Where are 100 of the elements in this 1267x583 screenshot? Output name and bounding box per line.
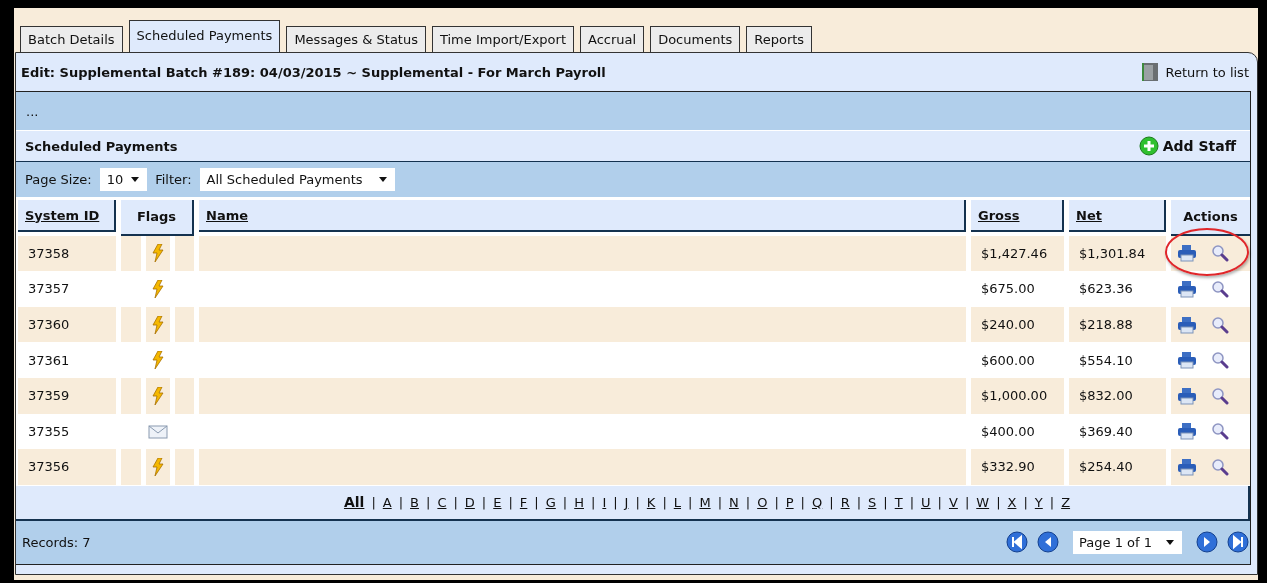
search-icon[interactable]: [1211, 244, 1229, 263]
table-cell-text: $400.00: [980, 422, 1036, 441]
printer-icon[interactable]: [1177, 244, 1197, 263]
letter-filter-link[interactable]: I: [602, 494, 607, 510]
printer-icon[interactable]: [1177, 386, 1197, 405]
printer-icon[interactable]: [1177, 315, 1197, 334]
separator: |: [662, 494, 667, 510]
letter-filter-link[interactable]: L: [673, 494, 681, 510]
letter-filter-link[interactable]: E: [493, 494, 502, 510]
column-header-link[interactable]: Name: [199, 200, 966, 232]
lightning-icon: [152, 280, 164, 298]
letter-filter-link[interactable]: W: [976, 494, 990, 510]
search-icon[interactable]: [1211, 386, 1229, 405]
letter-filter-link[interactable]: V: [948, 494, 958, 510]
first-page-button[interactable]: [1006, 531, 1029, 554]
section-title: Scheduled Payments: [25, 138, 178, 154]
letter-filter-link[interactable]: T: [894, 494, 903, 510]
table-cell: [175, 235, 194, 272]
separator: |: [371, 494, 376, 510]
table-cell-text: $675.00: [980, 280, 1036, 299]
tab[interactable]: Batch Details: [20, 26, 123, 52]
page-size-dropdown[interactable]: 10: [99, 168, 148, 191]
table-cell: [121, 449, 141, 485]
search-icon[interactable]: [1211, 351, 1229, 370]
next-page-button[interactable]: [1196, 531, 1218, 554]
letter-filter-link[interactable]: J: [624, 494, 629, 510]
table-cell-text: 37355: [27, 422, 71, 441]
table-cell: 37360: [18, 306, 116, 343]
table-cell-text: $600.00: [980, 351, 1036, 370]
letter-filter-link[interactable]: C: [437, 494, 447, 510]
lightning-icon: [152, 315, 164, 334]
printer-icon[interactable]: [1177, 351, 1197, 370]
records-count: Records: 7: [22, 534, 91, 550]
printer-icon[interactable]: [1177, 457, 1197, 476]
tab[interactable]: Reports: [746, 26, 813, 52]
separator: |: [591, 494, 596, 510]
letter-filter-link[interactable]: K: [646, 494, 656, 510]
previous-page-button[interactable]: [1037, 531, 1060, 554]
filter-dropdown[interactable]: All Scheduled Payments: [199, 168, 395, 191]
printer-icon[interactable]: [1177, 280, 1197, 298]
table-cell: $832.00: [1069, 377, 1166, 414]
table-cell-text: 37361: [27, 351, 71, 370]
page-dropdown[interactable]: Page 1 of 1: [1073, 530, 1182, 554]
tab[interactable]: Accrual: [580, 26, 645, 52]
table-cell: 37358: [18, 235, 116, 272]
separator: |: [613, 494, 618, 510]
tab[interactable]: Messages & Status: [286, 26, 426, 52]
return-link[interactable]: Return to list: [1141, 62, 1249, 82]
letter-filter-link[interactable]: P: [785, 494, 794, 510]
search-icon[interactable]: [1211, 457, 1229, 476]
letter-filter-link[interactable]: U: [921, 494, 931, 510]
search-icon[interactable]: [1211, 315, 1229, 334]
letter-filter-link[interactable]: S: [868, 494, 877, 510]
separator: |: [635, 494, 640, 510]
separator: |: [937, 494, 942, 510]
letter-filter-link[interactable]: O: [757, 494, 768, 510]
tab[interactable]: Scheduled Payments: [128, 20, 281, 53]
separator: |: [688, 494, 693, 510]
letter-filter-link[interactable]: Y: [1034, 494, 1043, 510]
tab[interactable]: Documents: [650, 26, 741, 52]
table-cell: $218.88: [1069, 306, 1166, 343]
column-header: Flags: [121, 200, 194, 236]
separator: |: [562, 494, 568, 510]
column-header-link[interactable]: Gross: [971, 200, 1064, 232]
separator: |: [829, 494, 834, 510]
letter-filter-link[interactable]: D: [464, 494, 475, 510]
table-cell: 37356: [18, 449, 116, 485]
letter-filter-link[interactable]: F: [519, 494, 528, 510]
lightning-icon: [152, 386, 164, 405]
letter-filter-link[interactable]: Z: [1061, 494, 1071, 510]
door-icon: [1141, 62, 1160, 82]
last-page-button[interactable]: [1227, 531, 1249, 554]
search-icon[interactable]: [1211, 280, 1229, 298]
letter-filter-link[interactable]: A: [382, 494, 392, 510]
tab[interactable]: Time Import/Export: [431, 26, 574, 52]
letter-filter-link[interactable]: H: [574, 494, 584, 510]
table-cell: [175, 449, 194, 485]
lightning-icon: [152, 244, 164, 263]
letter-filter-link[interactable]: B: [410, 494, 419, 510]
letter-filter-link[interactable]: Q: [812, 494, 823, 510]
table-cell: [175, 377, 194, 414]
letter-filter-link[interactable]: All: [343, 494, 365, 511]
printer-icon[interactable]: [1177, 422, 1197, 441]
letter-filter-link[interactable]: X: [1007, 494, 1017, 510]
letter-filter-link[interactable]: G: [545, 494, 556, 510]
breadcrumb: ...: [26, 103, 39, 119]
separator: |: [909, 494, 915, 510]
letter-filter-link[interactable]: N: [729, 494, 739, 510]
separator: |: [1023, 494, 1028, 510]
table-cell: $254.40: [1069, 449, 1166, 485]
add-staff-button[interactable]: Add Staff: [1138, 136, 1236, 156]
separator: |: [745, 494, 751, 510]
table-cell: $1,000.00: [971, 377, 1064, 414]
letter-filter-link[interactable]: R: [840, 494, 850, 510]
column-header-link[interactable]: Net: [1069, 200, 1166, 232]
table-cell: $332.90: [971, 449, 1064, 485]
separator: |: [883, 494, 888, 510]
letter-filter-link[interactable]: M: [699, 494, 711, 510]
search-icon[interactable]: [1211, 422, 1229, 441]
column-header-link[interactable]: System ID: [18, 200, 116, 232]
